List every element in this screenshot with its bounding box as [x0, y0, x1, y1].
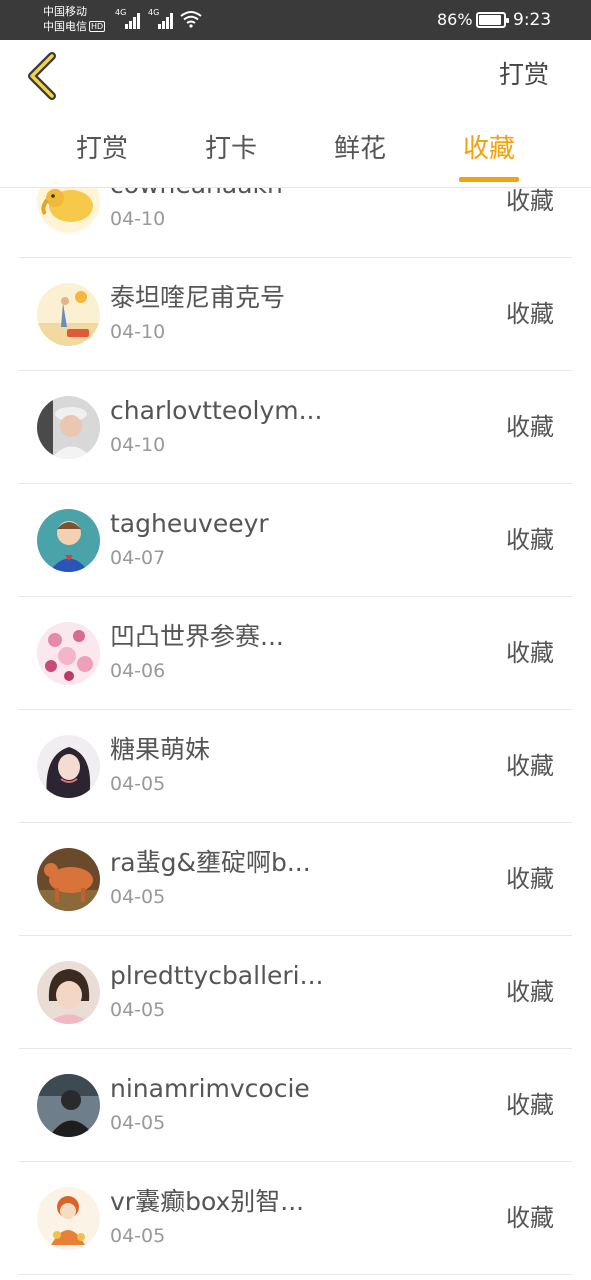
list-item[interactable]: charlovtteolym... 04-10 收藏: [0, 371, 591, 484]
avatar: [37, 396, 100, 459]
avatar: [37, 1187, 100, 1250]
list-item[interactable]: 泰坦喹尼甫克号 04-10 收藏: [0, 258, 591, 371]
header-bar: 打赏: [0, 40, 591, 112]
favorite-label: 收藏: [506, 865, 554, 893]
favorites-list[interactable]: cowheahaakh 04-10 收藏 泰坦喹尼甫克号 04-10 收藏 ch…: [0, 188, 591, 1280]
header-reward-button[interactable]: 打赏: [499, 58, 549, 92]
list-item[interactable]: 凹凸世界参赛... 04-06 收藏: [0, 597, 591, 710]
avatar: [37, 509, 100, 572]
tab-favorites[interactable]: 收藏: [439, 130, 539, 168]
avatar: [37, 1074, 100, 1137]
favorite-label: 收藏: [506, 526, 554, 554]
item-date: 04-10: [110, 321, 166, 343]
user-name: tagheuveeyr: [110, 509, 269, 538]
item-date: 04-05: [110, 773, 166, 795]
chevron-left-icon: [28, 52, 56, 100]
network-type-1: 4G: [115, 8, 127, 17]
user-name: ra蜚g&壅碇啊b...: [110, 848, 311, 877]
status-bar: 中国移动 中国电信 HD 4G 4G 86% 9:23: [0, 0, 591, 40]
carrier-info: 中国移动 中国电信 HD: [43, 4, 106, 34]
user-name: vr囊癫box别智...: [110, 1187, 305, 1216]
favorite-label: 收藏: [506, 978, 554, 1006]
hd-badge: HD: [89, 21, 106, 32]
active-tab-indicator: [459, 177, 519, 182]
item-date: 04-05: [110, 886, 166, 908]
battery-percent: 86%: [437, 10, 473, 29]
avatar: [37, 735, 100, 798]
wifi-icon: [180, 10, 202, 28]
item-date: 04-07: [110, 547, 166, 569]
favorite-label: 收藏: [506, 1204, 554, 1232]
list-item[interactable]: plredttycballeri... 04-05 收藏: [0, 936, 591, 1049]
favorite-label: 收藏: [506, 752, 554, 780]
item-date: 04-10: [110, 434, 166, 456]
user-name: 泰坦喹尼甫克号: [110, 283, 286, 312]
tab-checkin[interactable]: 打卡: [181, 130, 281, 168]
status-time: 9:23: [513, 10, 552, 30]
favorite-label: 收藏: [506, 1091, 554, 1119]
item-date: 04-05: [110, 1225, 166, 1247]
user-name: cowheahaakh: [110, 188, 490, 202]
signal-1-icon: 4G: [115, 9, 141, 29]
favorite-label: 收藏: [506, 300, 554, 328]
user-name: charlovtteolym...: [110, 396, 323, 425]
item-date: 04-05: [110, 999, 166, 1021]
battery-icon: [476, 12, 509, 28]
avatar: [37, 848, 100, 911]
favorite-label: 收藏: [506, 413, 554, 441]
tab-bar: 打赏 打卡 鲜花 收藏: [0, 112, 591, 188]
favorite-label: 收藏: [506, 639, 554, 667]
item-date: 04-10: [110, 208, 166, 230]
tab-flowers[interactable]: 鲜花: [310, 130, 410, 168]
tab-reward[interactable]: 打赏: [52, 130, 152, 168]
back-button[interactable]: [22, 52, 62, 100]
avatar: [37, 622, 100, 685]
network-type-2: 4G: [148, 8, 160, 17]
list-item[interactable]: ra蜚g&壅碇啊b... 04-05 收藏: [0, 823, 591, 936]
user-name: plredttycballeri...: [110, 961, 324, 990]
carrier-1: 中国移动: [43, 5, 87, 18]
avatar: [37, 283, 100, 346]
signal-2-icon: 4G: [148, 9, 174, 29]
item-date: 04-06: [110, 660, 166, 682]
carrier-2: 中国电信: [43, 20, 87, 33]
item-date: 04-05: [110, 1112, 166, 1134]
user-name: 糖果萌妹: [110, 735, 211, 764]
user-name: 凹凸世界参赛...: [110, 622, 284, 651]
favorite-label: 收藏: [506, 188, 554, 215]
list-item[interactable]: ninamrimvcocie 04-05 收藏: [0, 1049, 591, 1162]
user-name: ninamrimvcocie: [110, 1074, 310, 1103]
list-item[interactable]: vr囊癫box别智... 04-05 收藏: [0, 1162, 591, 1275]
list-item[interactable]: 糖果萌妹 04-05 收藏: [0, 710, 591, 823]
list-item[interactable]: tagheuveeyr 04-07 收藏: [0, 484, 591, 597]
list-item[interactable]: cowheahaakh 04-10 收藏: [0, 188, 591, 258]
avatar: [37, 961, 100, 1024]
avatar: [37, 188, 100, 233]
